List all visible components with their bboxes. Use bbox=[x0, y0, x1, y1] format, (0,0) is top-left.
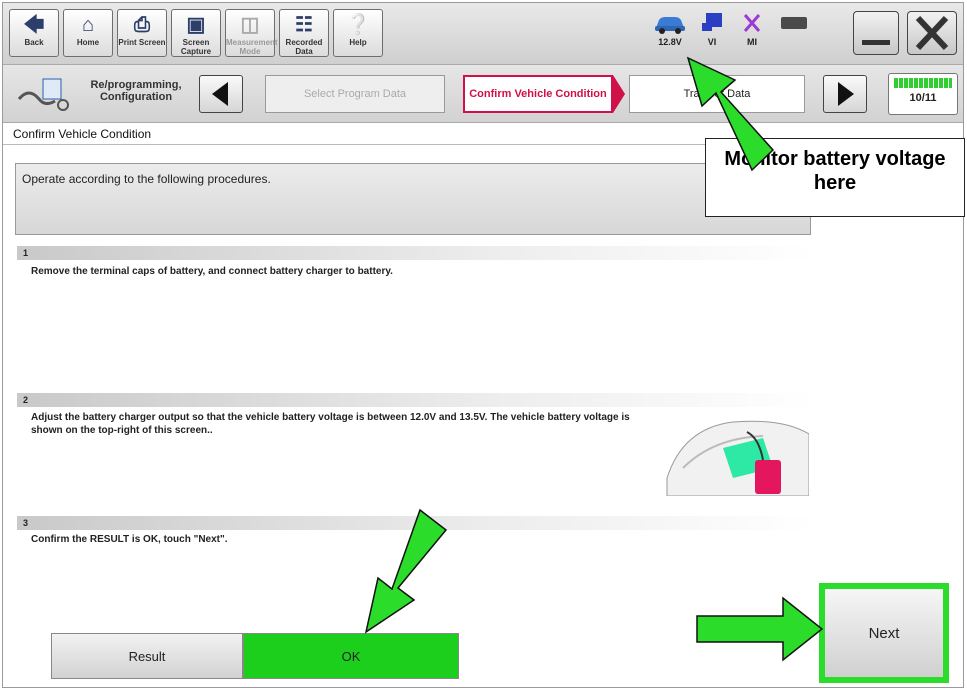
step-2-header: 2 bbox=[17, 393, 813, 407]
mi-status: MI bbox=[733, 11, 771, 55]
recorded-data-icon: ☷ bbox=[295, 14, 313, 36]
annotation-callout: Monitor battery voltage here bbox=[705, 138, 965, 217]
mi-x-icon bbox=[733, 11, 771, 37]
car-icon bbox=[651, 11, 689, 37]
home-button[interactable]: ⌂ Home bbox=[63, 9, 113, 57]
progress-indicator: 10/11 bbox=[888, 73, 958, 115]
vi-status: VI bbox=[693, 11, 731, 55]
print-screen-button[interactable]: ⎙ Print Screen bbox=[117, 9, 167, 57]
instruction-panel: Operate according to the following proce… bbox=[15, 163, 811, 235]
meter-icon: ◫ bbox=[240, 14, 260, 36]
toolbar: 🡄 Back ⌂ Home ⎙ Print Screen ▣ Screen Ca… bbox=[3, 3, 963, 65]
step-bar: Re/programming, Configuration Select Pro… bbox=[3, 65, 963, 123]
close-button[interactable] bbox=[907, 11, 957, 55]
minimize-button[interactable] bbox=[853, 11, 899, 55]
back-arrow-icon: 🡄 bbox=[23, 14, 45, 36]
help-button[interactable]: ❔ Help bbox=[333, 9, 383, 57]
screen-capture-button[interactable]: ▣ Screen Capture bbox=[171, 9, 221, 57]
next-step-button[interactable] bbox=[823, 75, 867, 113]
arrow-left-icon bbox=[212, 82, 228, 106]
back-button[interactable]: 🡄 Back bbox=[9, 9, 59, 57]
status-indicator bbox=[775, 11, 813, 55]
battery-voltage-status: 12.8V bbox=[651, 11, 689, 55]
step-1-text: Remove the terminal caps of battery, and… bbox=[31, 266, 393, 277]
camera-icon: ▣ bbox=[186, 14, 206, 36]
progress-count: 10/11 bbox=[909, 92, 937, 104]
minimize-icon bbox=[862, 40, 890, 45]
app-window: 🡄 Back ⌂ Home ⎙ Print Screen ▣ Screen Ca… bbox=[2, 2, 964, 688]
step-2-text: Adjust the battery charger output so tha… bbox=[31, 412, 630, 436]
next-button[interactable]: Next bbox=[819, 583, 949, 683]
step-select-program-data[interactable]: Select Program Data bbox=[265, 75, 445, 113]
result-label: Result bbox=[51, 633, 243, 679]
close-icon bbox=[915, 15, 949, 51]
help-icon: ❔ bbox=[345, 14, 371, 36]
vi-icon bbox=[693, 11, 731, 37]
result-value-ok: OK bbox=[243, 633, 459, 679]
recorded-data-button[interactable]: ☷ Recorded Data bbox=[279, 9, 329, 57]
step-1-header: 1 bbox=[17, 246, 813, 260]
arrow-right-icon bbox=[838, 82, 854, 106]
measurement-mode-button[interactable]: ◫ Measurement Mode bbox=[225, 9, 278, 57]
voltage-readout: 12.8V bbox=[658, 37, 682, 47]
printer-icon: ⎙ bbox=[134, 14, 150, 36]
step-3-header: 3 bbox=[17, 516, 813, 530]
home-icon: ⌂ bbox=[81, 14, 95, 36]
step-transfer-data[interactable]: Transfer Data bbox=[629, 75, 805, 113]
indicator-icon bbox=[775, 11, 813, 37]
progress-bar bbox=[894, 78, 952, 88]
step-pointer-icon bbox=[613, 75, 625, 113]
previous-step-button[interactable] bbox=[199, 75, 243, 113]
battery-charger-illustration bbox=[663, 408, 810, 497]
step-confirm-vehicle-condition[interactable]: Confirm Vehicle Condition bbox=[463, 75, 613, 113]
instruction-text: Operate according to the following proce… bbox=[22, 172, 271, 186]
section-label: Re/programming, Configuration bbox=[90, 79, 182, 103]
step-3-text: Confirm the RESULT is OK, touch "Next". bbox=[31, 534, 228, 545]
reprogramming-icon bbox=[15, 77, 71, 118]
